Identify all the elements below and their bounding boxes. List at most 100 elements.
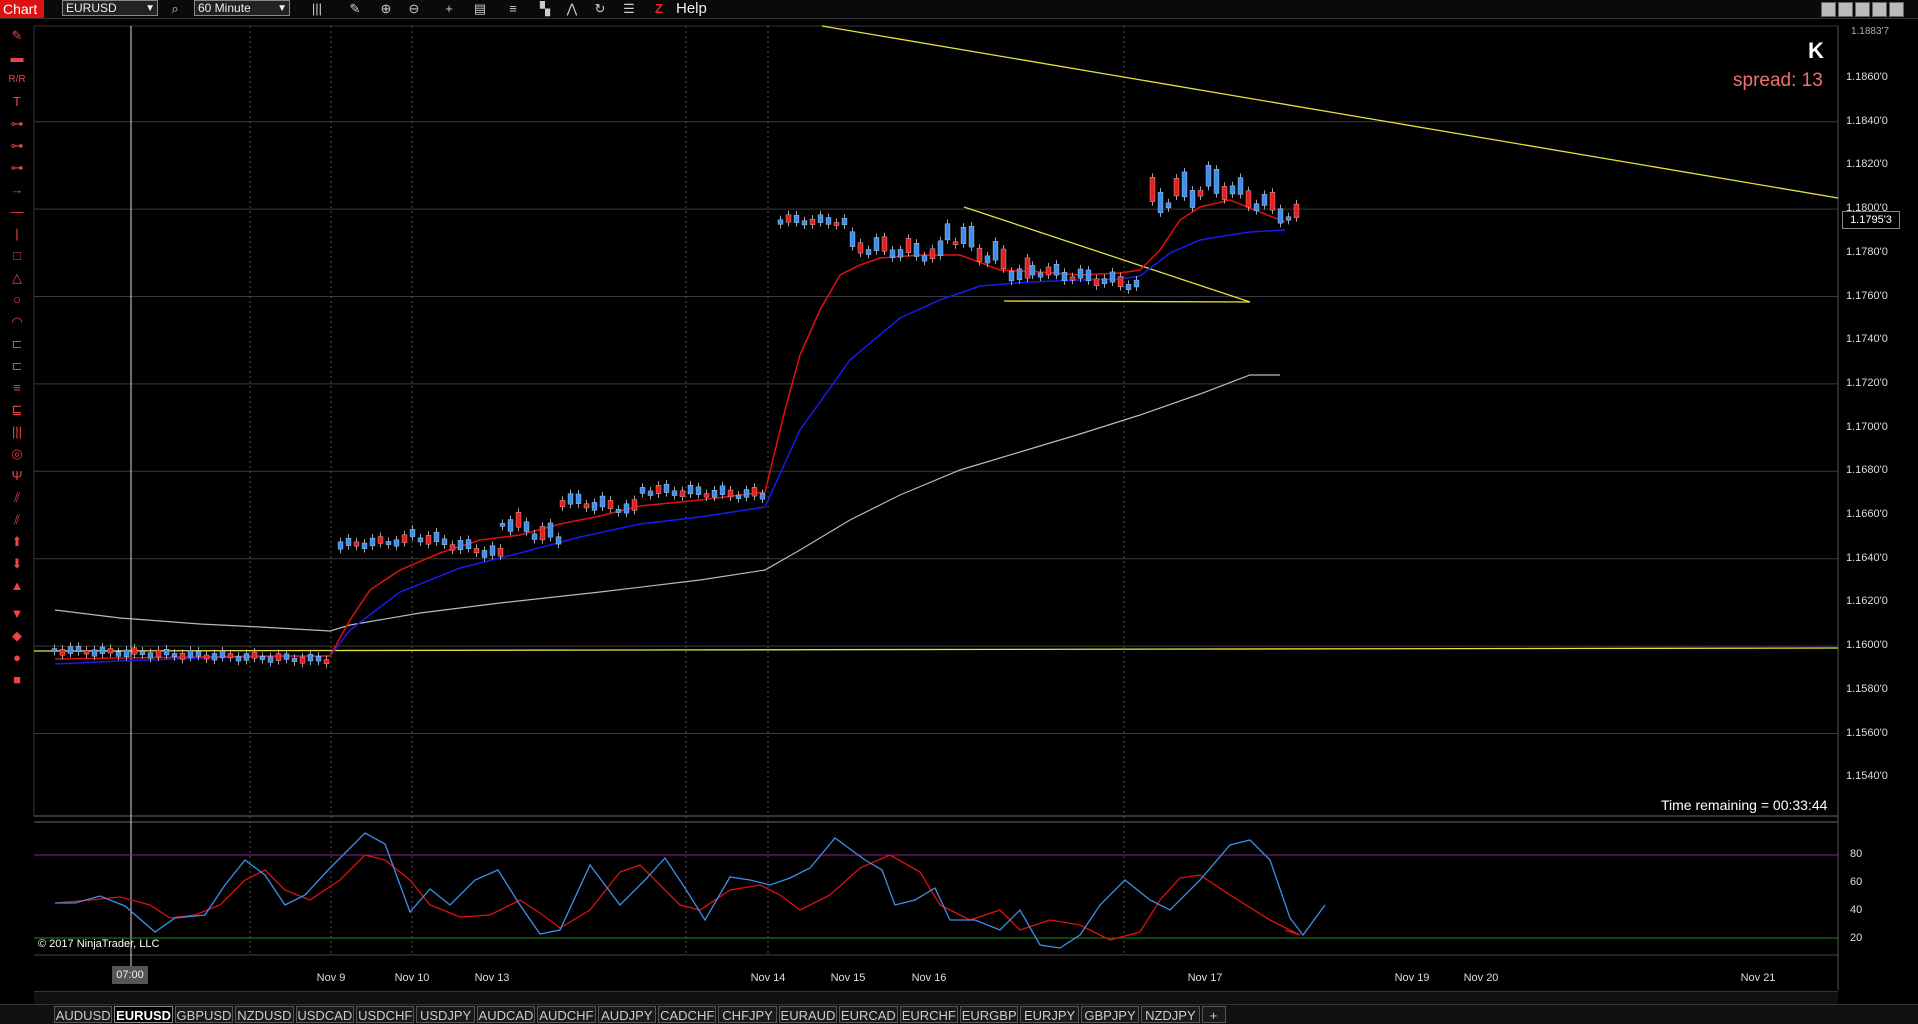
bullish-candle: [385, 541, 392, 545]
tab-usdchf[interactable]: USDCHF: [356, 1006, 415, 1023]
bearish-candle: [583, 503, 590, 509]
tab-chfjpy[interactable]: CHFJPY: [718, 1006, 777, 1023]
bullish-candle: [187, 650, 194, 658]
bullish-candle: [441, 538, 448, 545]
bearish-candle: [679, 490, 686, 497]
tab-eurcad[interactable]: EURCAD: [839, 1006, 898, 1023]
bearish-candle: [179, 653, 186, 660]
bearish-candle: [59, 649, 66, 656]
bullish-candle: [1277, 208, 1284, 224]
bullish-candle: [1125, 284, 1132, 291]
price-tick-label: 1.1640'0: [1846, 551, 1888, 564]
bullish-candle: [1029, 265, 1036, 276]
bearish-candle: [1069, 276, 1076, 281]
tab-euraud[interactable]: EURAUD: [778, 1006, 838, 1023]
bullish-candle: [531, 533, 538, 540]
tab-audcad[interactable]: AUDCAD: [476, 1006, 536, 1023]
bearish-candle: [703, 493, 710, 498]
bullish-candle: [889, 249, 896, 258]
bullish-candle: [671, 490, 678, 496]
tab-gbpjpy[interactable]: GBPJPY: [1080, 1006, 1140, 1023]
bearish-candle: [1173, 177, 1180, 197]
bullish-candle: [91, 649, 98, 657]
bullish-candle: [1008, 271, 1015, 282]
bullish-candle: [163, 649, 170, 656]
tab-eurjpy[interactable]: EURJPY: [1020, 1006, 1079, 1023]
bullish-candle: [75, 646, 82, 652]
tab-audjpy[interactable]: AUDJPY: [597, 1006, 656, 1023]
time-remaining: Time remaining = 00:33:44: [1661, 797, 1828, 813]
tab-usdcad[interactable]: USDCAD: [295, 1006, 354, 1023]
bearish-candle: [1045, 266, 1052, 276]
bearish-candle: [1269, 192, 1276, 211]
tab-cadchf[interactable]: CADCHF: [658, 1006, 717, 1023]
bullish-candle: [489, 545, 496, 556]
date-tick-label: Nov 19: [1394, 972, 1430, 984]
bullish-candle: [481, 550, 488, 558]
bullish-candle: [801, 220, 808, 226]
bullish-candle: [1101, 278, 1108, 285]
candlesticks: [51, 161, 1300, 668]
tab-audchf[interactable]: AUDCHF: [537, 1006, 596, 1023]
bullish-candle: [984, 255, 991, 264]
oscillator-tick-label: 40: [1850, 904, 1863, 916]
price-tick-label: 1.1700'0: [1846, 420, 1888, 433]
tab-eurgbp[interactable]: EURGBP: [960, 1006, 1019, 1023]
add-tab-button[interactable]: +: [1201, 1006, 1226, 1023]
bullish-candle: [171, 653, 178, 657]
bearish-candle: [1197, 190, 1204, 197]
bearish-candle: [425, 535, 432, 545]
bearish-candle: [833, 222, 840, 226]
bullish-candle: [575, 493, 582, 504]
bullish-candle: [1016, 268, 1023, 280]
bearish-candle: [515, 512, 522, 528]
bullish-candle: [599, 495, 606, 508]
price-tick-label: 1.1760'0: [1846, 289, 1888, 302]
bullish-candle: [67, 646, 74, 654]
bearish-candle: [1000, 248, 1007, 270]
bullish-candle: [361, 542, 368, 549]
bullish-candle: [663, 483, 670, 493]
bullish-candle: [1133, 279, 1140, 288]
tab-audusd[interactable]: AUDUSD: [54, 1006, 113, 1023]
tab-usdjpy[interactable]: USDJPY: [416, 1006, 475, 1023]
bullish-candle: [591, 502, 598, 511]
bullish-candle: [123, 649, 130, 657]
bullish-candle: [409, 529, 416, 537]
bullish-candle: [1213, 169, 1220, 194]
bullish-candle: [393, 539, 400, 547]
bullish-candle: [211, 653, 218, 661]
bearish-candle: [905, 238, 912, 253]
bearish-candle: [323, 659, 330, 664]
bullish-candle: [759, 493, 766, 500]
tab-gbpusd[interactable]: GBPUSD: [174, 1006, 234, 1023]
bullish-candle: [992, 241, 999, 261]
bearish-candle: [203, 654, 210, 660]
bullish-candle: [1285, 216, 1292, 221]
chart-trader-icon[interactable]: K: [1808, 38, 1824, 64]
bullish-candle: [615, 508, 622, 513]
bearish-candle: [251, 651, 258, 659]
bearish-candle: [857, 242, 864, 254]
bearish-candle: [809, 218, 816, 225]
price-chart[interactable]: [0, 0, 1918, 1023]
horizontal-scrollbar[interactable]: [34, 991, 1838, 1004]
bearish-candle: [655, 485, 662, 494]
bearish-candle: [1093, 278, 1100, 287]
bearish-candle: [449, 544, 456, 551]
top-price-tag: 1.1883'7: [1842, 26, 1898, 37]
bearish-candle: [155, 649, 162, 658]
price-tick-label: 1.1740'0: [1846, 333, 1888, 346]
price-tick-label: 1.1560'0: [1846, 726, 1888, 739]
tab-nzdjpy[interactable]: NZDJPY: [1141, 1006, 1200, 1023]
tab-eurchf[interactable]: EURCHF: [899, 1006, 958, 1023]
tab-nzdusd[interactable]: NZDUSD: [235, 1006, 294, 1023]
tab-eurusd[interactable]: EURUSD: [114, 1006, 173, 1023]
bearish-candle: [107, 648, 114, 654]
price-tick-label: 1.1580'0: [1846, 682, 1888, 695]
bearish-candle: [929, 248, 936, 259]
bullish-candle: [345, 538, 352, 546]
slow-moving-average: [54, 229, 1286, 665]
bearish-candle: [83, 650, 90, 655]
bearish-candle: [631, 499, 638, 511]
